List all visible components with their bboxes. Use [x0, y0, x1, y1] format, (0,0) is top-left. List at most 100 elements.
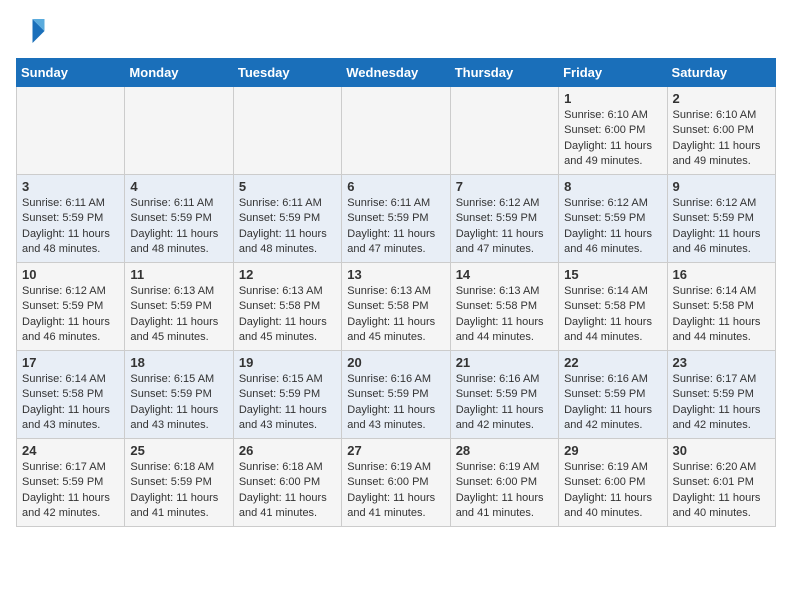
- day-info: Sunrise: 6:16 AM Sunset: 5:59 PM Dayligh…: [456, 372, 553, 434]
- day-number: 7: [456, 179, 553, 194]
- weekday-header: Friday: [559, 59, 667, 87]
- day-info: Sunrise: 6:12 AM Sunset: 5:59 PM Dayligh…: [456, 196, 553, 258]
- calendar-week: 10 Sunrise: 6:12 AM Sunset: 5:59 PM Dayli…: [17, 263, 776, 351]
- calendar-cell: 25Sunrise: 6:18 AM Sunset: 5:59 PM Dayli…: [125, 439, 233, 527]
- day-info: Sunrise: 6:11 AM Sunset: 5:59 PM Dayligh…: [130, 196, 227, 258]
- day-number: 14: [456, 267, 553, 282]
- day-number: 10: [22, 267, 119, 282]
- day-number: 25: [130, 443, 227, 458]
- calendar-cell: 20Sunrise: 6:16 AM Sunset: 5:59 PM Dayli…: [342, 351, 450, 439]
- day-number: 19: [239, 355, 336, 370]
- day-number: 9: [673, 179, 770, 194]
- calendar-cell: 5 Sunrise: 6:11 AM Sunset: 5:59 PM Daylig…: [233, 175, 341, 263]
- weekday-header: Monday: [125, 59, 233, 87]
- calendar-cell: 23 Sunrise: 6:17 AM Sunset: 5:59 PM Dayli…: [667, 351, 775, 439]
- calendar-cell: 18 Sunrise: 6:15 AM Sunset: 5:59 PM Dayli…: [125, 351, 233, 439]
- day-number: 6: [347, 179, 444, 194]
- calendar-cell: 30 Sunrise: 6:20 AM Sunset: 6:01 PM Dayli…: [667, 439, 775, 527]
- calendar-cell: 29 Sunrise: 6:19 AM Sunset: 6:00 PM Dayli…: [559, 439, 667, 527]
- day-info: Sunrise: 6:11 AM Sunset: 5:59 PM Dayligh…: [347, 196, 444, 258]
- day-info: Sunrise: 6:10 AM Sunset: 6:00 PM Dayligh…: [673, 108, 770, 170]
- day-info: Sunrise: 6:17 AM Sunset: 5:59 PM Dayligh…: [22, 460, 119, 522]
- calendar-cell: [125, 87, 233, 175]
- calendar-cell: 7 Sunrise: 6:12 AM Sunset: 5:59 PM Daylig…: [450, 175, 558, 263]
- day-info: Sunrise: 6:19 AM Sunset: 6:00 PM Dayligh…: [564, 460, 661, 522]
- day-number: 28: [456, 443, 553, 458]
- day-info: Sunrise: 6:19 AM Sunset: 6:00 PM Dayligh…: [456, 460, 553, 522]
- day-number: 13: [347, 267, 444, 282]
- calendar-cell: 10 Sunrise: 6:12 AM Sunset: 5:59 PM Dayli…: [17, 263, 125, 351]
- day-info: Sunrise: 6:12 AM Sunset: 5:59 PM Dayligh…: [22, 284, 119, 346]
- day-number: 27: [347, 443, 444, 458]
- calendar-cell: 16 Sunrise: 6:14 AM Sunset: 5:58 PM Dayli…: [667, 263, 775, 351]
- calendar-cell: 4 Sunrise: 6:11 AM Sunset: 5:59 PM Daylig…: [125, 175, 233, 263]
- calendar-cell: 17 Sunrise: 6:14 AM Sunset: 5:58 PM Dayli…: [17, 351, 125, 439]
- day-number: 11: [130, 267, 227, 282]
- weekday-header: Tuesday: [233, 59, 341, 87]
- day-info: Sunrise: 6:14 AM Sunset: 5:58 PM Dayligh…: [673, 284, 770, 346]
- day-info: Sunrise: 6:19 AM Sunset: 6:00 PM Dayligh…: [347, 460, 444, 522]
- calendar-cell: 26 Sunrise: 6:18 AM Sunset: 6:00 PM Dayli…: [233, 439, 341, 527]
- day-number: 23: [673, 355, 770, 370]
- day-info: Sunrise: 6:14 AM Sunset: 5:58 PM Dayligh…: [22, 372, 119, 434]
- day-info: Sunrise: 6:13 AM Sunset: 5:59 PM Dayligh…: [130, 284, 227, 346]
- calendar-header: SundayMondayTuesdayWednesdayThursdayFrid…: [17, 59, 776, 87]
- weekday-header: Wednesday: [342, 59, 450, 87]
- header: [16, 16, 776, 46]
- day-number: 5: [239, 179, 336, 194]
- day-info: Sunrise: 6:14 AM Sunset: 5:58 PM Dayligh…: [564, 284, 661, 346]
- day-number: 21: [456, 355, 553, 370]
- page: SundayMondayTuesdayWednesdayThursdayFrid…: [0, 0, 792, 535]
- logo-icon: [16, 16, 46, 46]
- calendar-cell: 8Sunrise: 6:12 AM Sunset: 5:59 PM Daylig…: [559, 175, 667, 263]
- day-number: 12: [239, 267, 336, 282]
- calendar-week: 17 Sunrise: 6:14 AM Sunset: 5:58 PM Dayli…: [17, 351, 776, 439]
- weekday-header: Sunday: [17, 59, 125, 87]
- calendar-cell: 27 Sunrise: 6:19 AM Sunset: 6:00 PM Dayli…: [342, 439, 450, 527]
- day-number: 16: [673, 267, 770, 282]
- day-info: Sunrise: 6:15 AM Sunset: 5:59 PM Dayligh…: [130, 372, 227, 434]
- weekday-header: Saturday: [667, 59, 775, 87]
- calendar-cell: [17, 87, 125, 175]
- day-info: Sunrise: 6:17 AM Sunset: 5:59 PM Dayligh…: [673, 372, 770, 434]
- day-info: Sunrise: 6:13 AM Sunset: 5:58 PM Dayligh…: [239, 284, 336, 346]
- weekday-header: Thursday: [450, 59, 558, 87]
- calendar-cell: 1Sunrise: 6:10 AM Sunset: 6:00 PM Daylig…: [559, 87, 667, 175]
- calendar-cell: 21 Sunrise: 6:16 AM Sunset: 5:59 PM Dayli…: [450, 351, 558, 439]
- calendar-cell: 11 Sunrise: 6:13 AM Sunset: 5:59 PM Dayli…: [125, 263, 233, 351]
- calendar-cell: 3 Sunrise: 6:11 AM Sunset: 5:59 PM Daylig…: [17, 175, 125, 263]
- calendar-cell: 12 Sunrise: 6:13 AM Sunset: 5:58 PM Dayli…: [233, 263, 341, 351]
- day-number: 4: [130, 179, 227, 194]
- day-info: Sunrise: 6:15 AM Sunset: 5:59 PM Dayligh…: [239, 372, 336, 434]
- day-number: 26: [239, 443, 336, 458]
- day-number: 8: [564, 179, 661, 194]
- day-number: 29: [564, 443, 661, 458]
- calendar-cell: 19 Sunrise: 6:15 AM Sunset: 5:59 PM Dayli…: [233, 351, 341, 439]
- calendar-body: 1Sunrise: 6:10 AM Sunset: 6:00 PM Daylig…: [17, 87, 776, 527]
- calendar-cell: 24 Sunrise: 6:17 AM Sunset: 5:59 PM Dayli…: [17, 439, 125, 527]
- calendar: SundayMondayTuesdayWednesdayThursdayFrid…: [16, 58, 776, 527]
- calendar-week: 1Sunrise: 6:10 AM Sunset: 6:00 PM Daylig…: [17, 87, 776, 175]
- day-number: 30: [673, 443, 770, 458]
- day-info: Sunrise: 6:13 AM Sunset: 5:58 PM Dayligh…: [347, 284, 444, 346]
- day-number: 17: [22, 355, 119, 370]
- day-number: 20: [347, 355, 444, 370]
- day-info: Sunrise: 6:12 AM Sunset: 5:59 PM Dayligh…: [673, 196, 770, 258]
- day-info: Sunrise: 6:20 AM Sunset: 6:01 PM Dayligh…: [673, 460, 770, 522]
- day-info: Sunrise: 6:11 AM Sunset: 5:59 PM Dayligh…: [22, 196, 119, 258]
- day-number: 18: [130, 355, 227, 370]
- calendar-cell: 15 Sunrise: 6:14 AM Sunset: 5:58 PM Dayli…: [559, 263, 667, 351]
- calendar-cell: 22Sunrise: 6:16 AM Sunset: 5:59 PM Dayli…: [559, 351, 667, 439]
- calendar-week: 24 Sunrise: 6:17 AM Sunset: 5:59 PM Dayli…: [17, 439, 776, 527]
- day-info: Sunrise: 6:11 AM Sunset: 5:59 PM Dayligh…: [239, 196, 336, 258]
- day-number: 24: [22, 443, 119, 458]
- calendar-cell: 14 Sunrise: 6:13 AM Sunset: 5:58 PM Dayli…: [450, 263, 558, 351]
- calendar-cell: 28 Sunrise: 6:19 AM Sunset: 6:00 PM Dayli…: [450, 439, 558, 527]
- day-info: Sunrise: 6:13 AM Sunset: 5:58 PM Dayligh…: [456, 284, 553, 346]
- day-number: 15: [564, 267, 661, 282]
- calendar-cell: [342, 87, 450, 175]
- day-number: 3: [22, 179, 119, 194]
- day-info: Sunrise: 6:18 AM Sunset: 6:00 PM Dayligh…: [239, 460, 336, 522]
- weekday-row: SundayMondayTuesdayWednesdayThursdayFrid…: [17, 59, 776, 87]
- day-info: Sunrise: 6:10 AM Sunset: 6:00 PM Dayligh…: [564, 108, 661, 170]
